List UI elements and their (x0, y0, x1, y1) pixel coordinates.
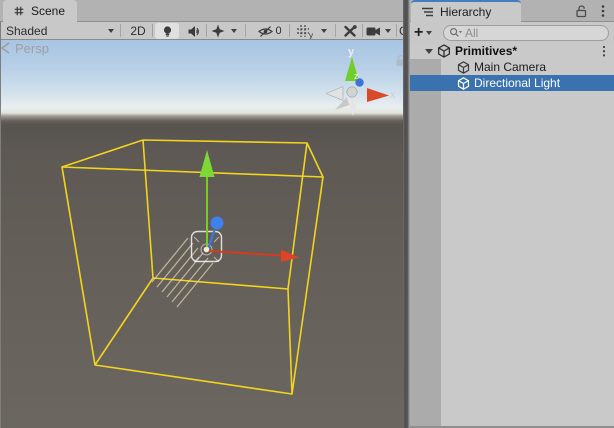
shading-mode-label: Shaded (6, 24, 47, 38)
gizmo-origin (204, 247, 210, 253)
unity-editor-window: Scene Shaded 2D (0, 0, 614, 428)
grid-dropdown-button[interactable] (317, 23, 331, 39)
add-object-button[interactable]: + (414, 23, 442, 42)
scene-panel: Scene Shaded 2D (0, 0, 403, 428)
tab-scene[interactable]: Scene (3, 0, 77, 22)
search-icon (449, 27, 462, 39)
gizmo-axis-z-label[interactable]: z (354, 71, 364, 81)
scene-grid-visibility-button[interactable]: y (293, 23, 313, 39)
window-left-edge (0, 22, 1, 428)
tab-hierarchy[interactable]: Hierarchy (411, 0, 521, 22)
tree-row-directional-light[interactable]: Directional Light (410, 75, 614, 91)
2d-toggle-button[interactable]: 2D (126, 23, 150, 39)
eye-slash-icon (258, 25, 273, 38)
scene-3d-overlay (0, 40, 403, 428)
hierarchy-tab-label: Hierarchy (440, 5, 491, 19)
chevron-down-icon (385, 29, 391, 33)
directional-light-rays (152, 238, 213, 307)
kebab-menu-icon[interactable] (600, 45, 608, 58)
scene-tools-button[interactable] (340, 23, 360, 39)
scene-effects-button[interactable] (209, 23, 227, 39)
panel-divider[interactable] (403, 0, 410, 428)
chevron-down-icon (426, 31, 432, 35)
visibility-gutter[interactable] (410, 59, 441, 428)
camera-icon (366, 26, 381, 37)
scene-grid-icon (13, 5, 25, 17)
kebab-menu-icon[interactable] (598, 4, 608, 18)
gizmo-axis-x-label[interactable]: x (390, 89, 400, 101)
scene-visibility-button[interactable]: 0 (255, 23, 285, 39)
lightbulb-icon (161, 25, 174, 38)
object-name-label: Main Camera (474, 60, 546, 74)
orientation-gizmo (326, 57, 389, 116)
object-name-label: Directional Light (474, 76, 560, 90)
scene-audio-button[interactable] (183, 23, 205, 39)
effects-star-icon (211, 24, 225, 38)
chevron-down-icon (108, 29, 114, 33)
search-field[interactable] (443, 25, 609, 41)
hierarchy-toolbar: + (410, 22, 614, 43)
tree-row-main-camera[interactable]: Main Camera (410, 59, 614, 75)
speaker-icon (187, 25, 201, 38)
lock-icon[interactable] (574, 4, 588, 18)
foldout-arrow-icon[interactable] (425, 49, 433, 54)
scene-lighting-button[interactable] (155, 23, 179, 39)
tree-row-scene[interactable]: Primitives* (410, 43, 614, 59)
gameobject-cube-icon (457, 77, 470, 90)
chevron-down-icon (321, 29, 327, 33)
effects-dropdown-button[interactable] (227, 23, 241, 39)
gizmo-axis-y-label[interactable]: y (344, 46, 358, 58)
scene-viewport[interactable]: y z x Persp (0, 40, 403, 428)
scene-toolbar: Shaded 2D (0, 22, 403, 40)
wireframe-cube (62, 140, 323, 394)
search-input[interactable] (465, 26, 585, 40)
camera-dropdown-button[interactable] (382, 23, 394, 39)
hierarchy-tabbar: Hierarchy (410, 0, 614, 22)
shading-mode-dropdown[interactable]: Shaded (6, 23, 114, 39)
plus-icon: + (414, 26, 423, 40)
transform-gizmo-x-axis (209, 250, 299, 263)
gameobject-cube-icon (457, 61, 470, 74)
hidden-count-label: 0 (275, 25, 281, 37)
scene-camera-button[interactable] (364, 23, 382, 39)
2d-toggle-label: 2D (130, 24, 145, 38)
grid-axis-label: y (309, 31, 313, 40)
hierarchy-panel: Hierarchy + (410, 0, 614, 428)
scene-tabbar: Scene (0, 0, 403, 22)
unity-scene-icon (437, 44, 451, 58)
chevron-down-icon (231, 29, 237, 33)
grid-icon: y (296, 24, 310, 38)
wrench-tools-icon (343, 25, 357, 38)
scene-tab-label: Scene (31, 4, 65, 18)
scene-name-label: Primitives* (455, 44, 517, 58)
hierarchy-list-icon (421, 6, 434, 18)
